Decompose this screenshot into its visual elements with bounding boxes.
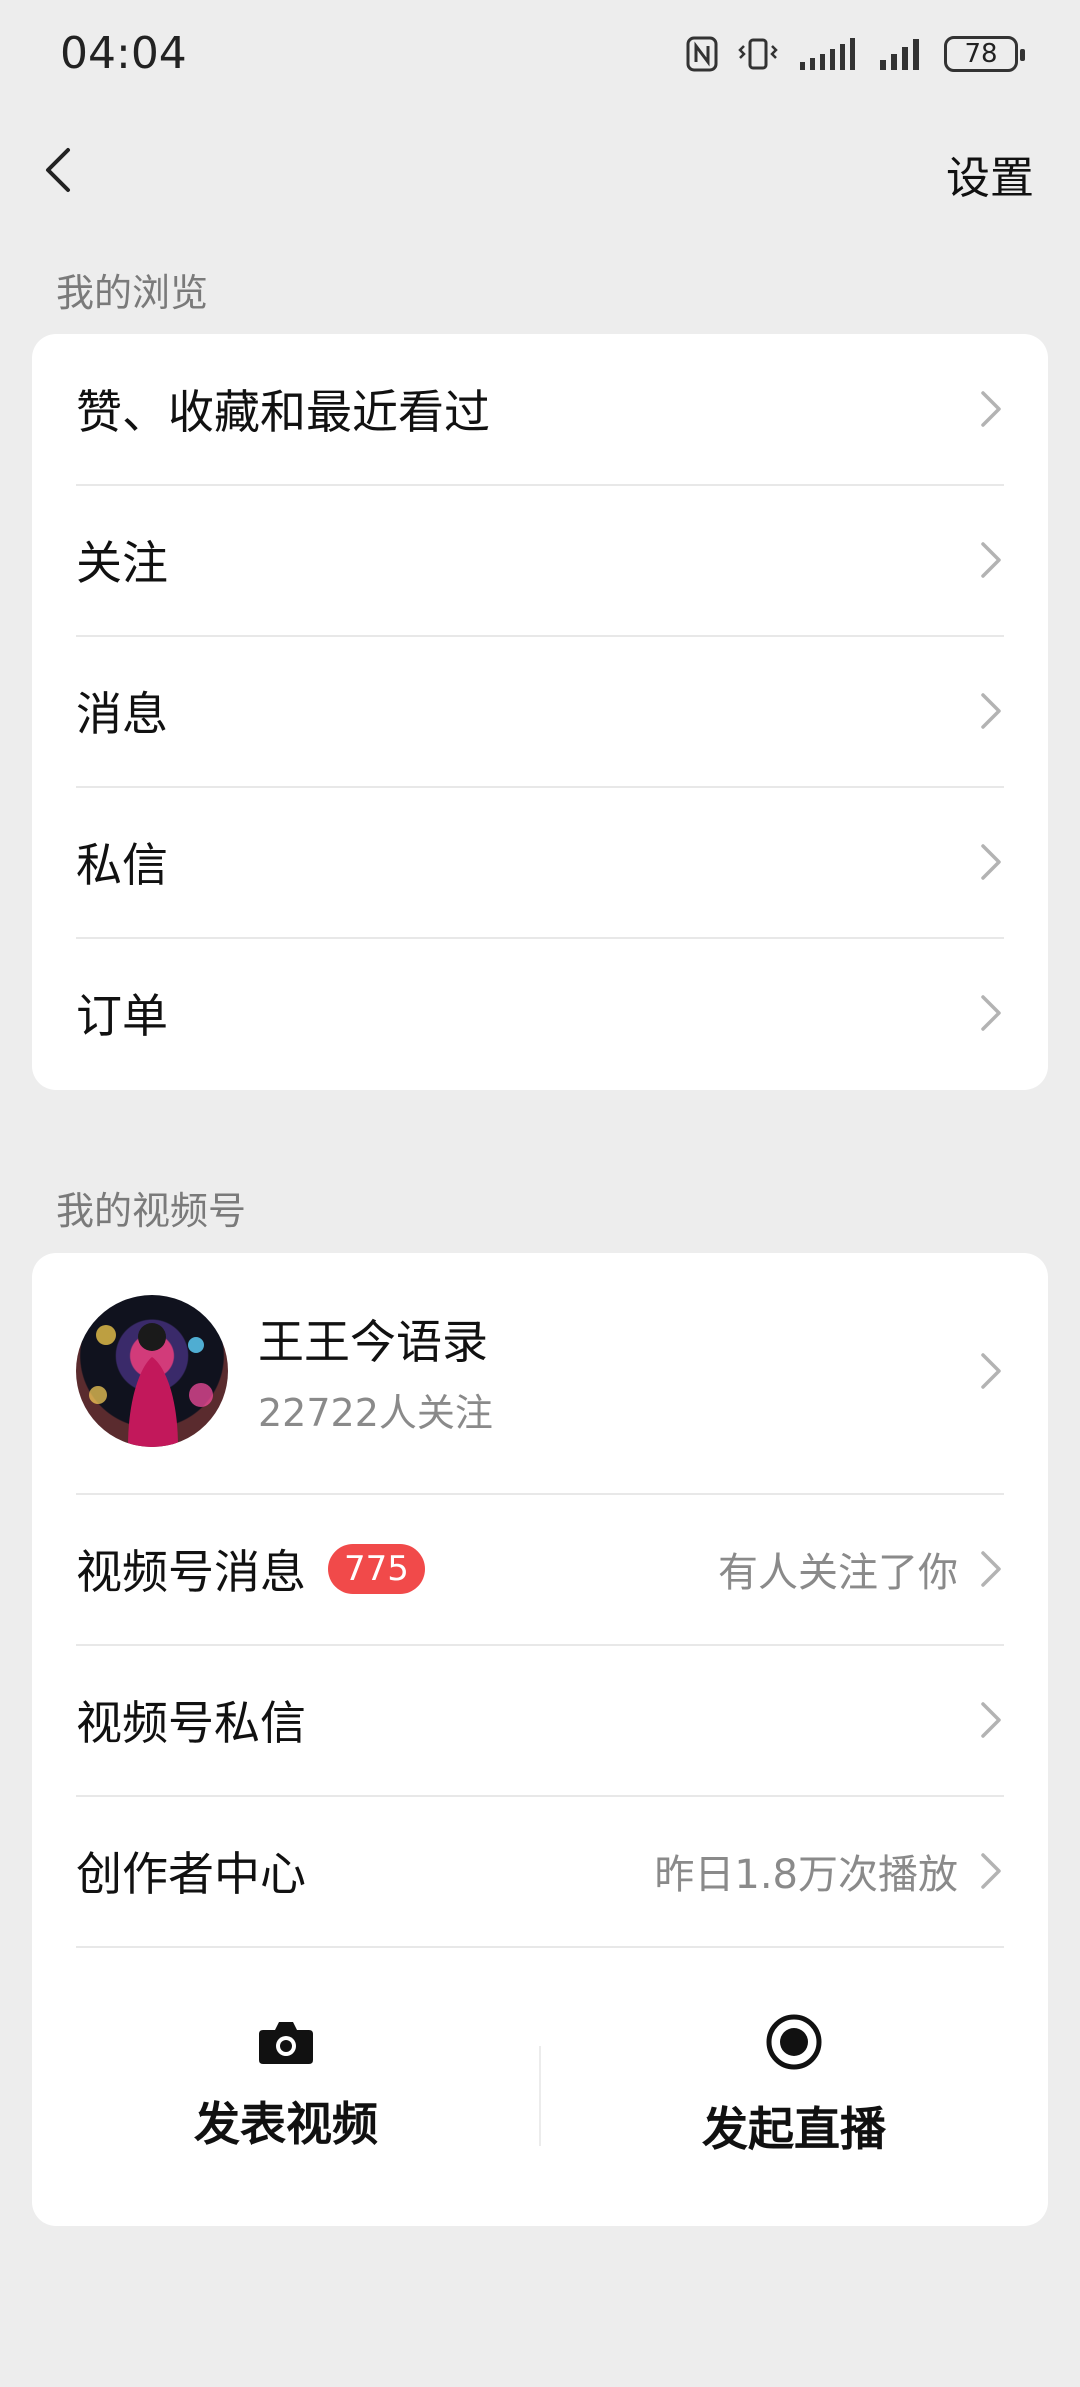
channel-name: 王王今语录 [258,1314,488,1369]
battery-level: 78 [964,39,998,69]
action-divider [539,2046,541,2146]
signal-icon-2 [880,39,919,70]
unread-badge: 775 [328,1544,425,1594]
list-item-label: 视频号私信 [76,1696,306,1750]
list-item-private-messages[interactable]: 私信 [76,787,1004,937]
chevron-right-icon [981,1702,1001,1738]
channel-actions: 发表视频 发起直播 [32,1946,1048,2226]
chevron-right-icon [981,1551,1001,1587]
status-bar: 04:04 78 [0,0,1080,110]
list-item-label: 关注 [76,536,168,590]
list-item-label: 赞、收藏和最近看过 [76,385,490,439]
list-item-channel-dm[interactable]: 视频号私信 [76,1645,1004,1795]
list-item-likes-favorites-history[interactable]: 赞、收藏和最近看过 [76,334,1004,484]
channels-card: 王王今语录 22722人关注 视频号消息 775 有人关注了你 视频号私信 创作… [32,1253,1048,2226]
signal-icon-1 [800,38,855,70]
list-item-subtext: 有人关注了你 [718,1550,958,1596]
settings-button[interactable]: 设置 [946,142,1034,206]
chevron-right-icon [981,391,1001,427]
vibrate-icon [738,38,778,70]
start-live-button[interactable]: 发起直播 [540,1946,1048,2226]
avatar-image [89,1323,213,1447]
start-live-label: 发起直播 [702,2102,886,2156]
post-video-button[interactable]: 发表视频 [32,1946,540,2226]
chevron-right-icon [981,693,1001,729]
list-item-following[interactable]: 关注 [76,485,1004,635]
chevron-right-icon [981,1353,1001,1389]
list-item-label: 订单 [76,989,168,1043]
list-item-label: 视频号消息 [76,1545,306,1599]
back-button[interactable] [30,140,90,200]
chevron-right-icon [981,995,1001,1031]
status-icons: 78 [686,30,1025,78]
list-item-messages[interactable]: 消息 [76,636,1004,786]
status-time: 04:04 [60,28,187,79]
section-title-channels: 我的视频号 [56,1189,247,1233]
list-item-label: 消息 [76,687,168,741]
channel-profile-row[interactable]: 王王今语录 22722人关注 [76,1253,1004,1489]
live-record-icon [766,2014,822,2070]
chevron-right-icon [981,542,1001,578]
list-item-orders[interactable]: 订单 [76,938,1004,1088]
list-item-channel-messages[interactable]: 视频号消息 775 有人关注了你 [76,1494,1004,1644]
post-video-label: 发表视频 [194,2097,378,2151]
list-item-subtext: 昨日1.8万次播放 [654,1852,958,1898]
list-item-label: 创作者中心 [76,1847,306,1901]
list-item-label: 私信 [76,838,168,892]
chevron-right-icon [981,844,1001,880]
section-title-browsing: 我的浏览 [56,271,209,315]
battery-icon: 78 [944,36,1025,72]
chevron-right-icon [981,1853,1001,1889]
nfc-icon [686,36,718,72]
browsing-card: 赞、收藏和最近看过 关注 消息 私信 订单 [32,334,1048,1090]
avatar [76,1295,228,1447]
nav-bar: 设置 [0,120,1080,220]
list-item-creator-center[interactable]: 创作者中心 昨日1.8万次播放 [76,1796,1004,1946]
camera-icon [259,2022,313,2064]
follower-count: 22722人关注 [258,1390,493,1435]
